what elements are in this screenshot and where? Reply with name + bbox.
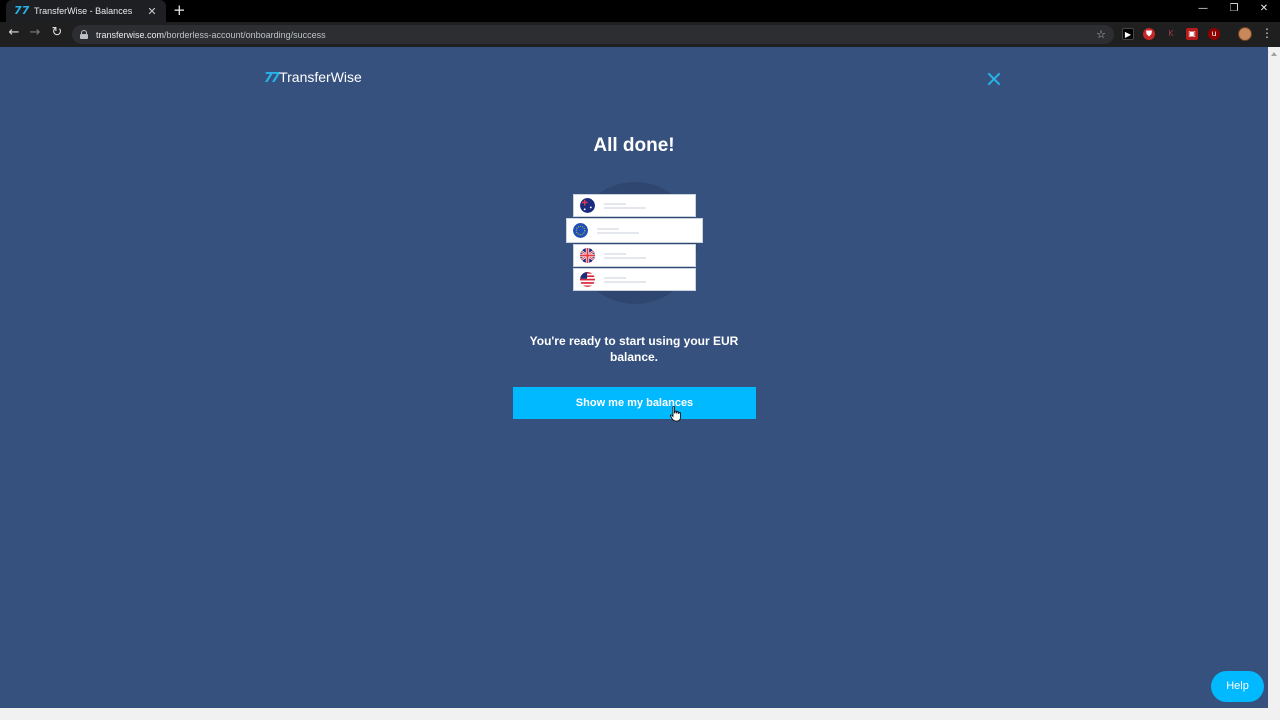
help-button[interactable]: Help: [1211, 671, 1264, 702]
transferwise-logo[interactable]: 77 TransferWise: [264, 69, 362, 86]
extension-shield-icon[interactable]: ⛊: [1143, 28, 1155, 40]
extension-play-icon[interactable]: ▶: [1122, 28, 1134, 40]
tab-close-icon[interactable]: ✕: [146, 5, 158, 18]
show-balances-button[interactable]: Show me my balances: [513, 387, 756, 419]
card-placeholder-lines: [604, 201, 646, 211]
lock-icon[interactable]: [80, 30, 88, 39]
balances-illustration: [566, 182, 704, 304]
card-placeholder-lines: [604, 251, 646, 261]
tab-title: TransferWise - Balances: [34, 6, 133, 16]
hand-pointer-cursor-icon: [670, 406, 681, 422]
card-placeholder-lines: [604, 275, 646, 285]
extension-ublock-icon[interactable]: u: [1208, 28, 1220, 40]
page-title: All done!: [593, 135, 675, 156]
transferwise-mark-icon: 77: [264, 71, 280, 86]
extension-gift-icon[interactable]: ▣: [1186, 28, 1198, 40]
back-button[interactable]: ←: [6, 25, 22, 40]
browser-menu-icon[interactable]: ⋮: [1261, 26, 1273, 40]
card-placeholder-lines: [597, 226, 639, 236]
uk-flag-icon: [580, 248, 595, 263]
browser-toolbar: ← → ↻ transferwise.com/borderless-accoun…: [0, 22, 1280, 47]
horizontal-scrollbar[interactable]: [0, 708, 1280, 720]
close-window-button[interactable]: ✕: [1257, 3, 1271, 14]
vertical-scrollbar[interactable]: [1268, 47, 1280, 708]
usd-balance-card: [573, 268, 696, 291]
close-onboarding-icon[interactable]: [985, 70, 1003, 88]
forward-button[interactable]: →: [27, 25, 43, 40]
eur-balance-card: [566, 218, 703, 243]
url-text[interactable]: transferwise.com/borderless-account/onbo…: [96, 30, 1096, 40]
extension-k-icon[interactable]: K: [1165, 28, 1177, 40]
browser-tab[interactable]: 77 TransferWise - Balances ✕: [6, 0, 166, 22]
minimize-window-button[interactable]: —: [1196, 3, 1210, 14]
address-bar[interactable]: transferwise.com/borderless-account/onbo…: [72, 25, 1114, 44]
ready-message: You're ready to start using your EUR bal…: [529, 334, 739, 364]
profile-avatar[interactable]: [1238, 27, 1252, 41]
browser-tab-bar: 77 TransferWise - Balances ✕ + — ❐ ✕: [0, 0, 1280, 22]
eu-flag-icon: [573, 223, 588, 238]
transferwise-favicon-icon: 77: [14, 4, 30, 17]
reload-button[interactable]: ↻: [49, 25, 65, 40]
australia-flag-icon: [580, 198, 595, 213]
gbp-balance-card: [573, 244, 696, 267]
us-flag-icon: [580, 272, 595, 287]
bookmark-star-icon[interactable]: ☆: [1096, 28, 1106, 41]
restore-window-button[interactable]: ❐: [1227, 3, 1241, 14]
logo-text: TransferWise: [279, 69, 362, 85]
aud-balance-card: [573, 194, 696, 217]
new-tab-button[interactable]: +: [173, 1, 186, 19]
